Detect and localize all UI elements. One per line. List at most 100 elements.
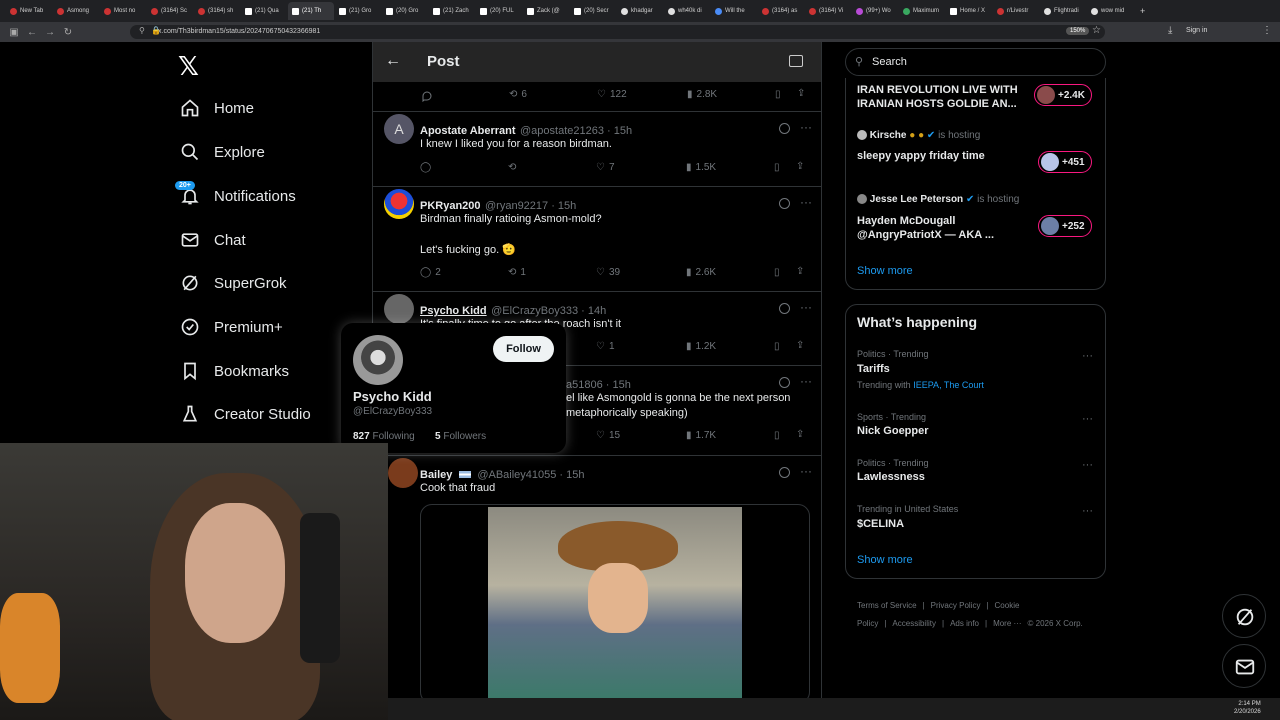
space-title[interactable]: Hayden McDougall @AngryPatriotX — AKA ..… xyxy=(857,214,1032,242)
retweet-button[interactable]: ⟲ 6 xyxy=(509,89,527,100)
browser-tab[interactable]: khadgar xyxy=(617,2,663,20)
x-logo[interactable]: 𝕏 xyxy=(178,52,199,82)
space-title[interactable]: IRAN REVOLUTION LIVE WITH IRANIAN HOSTS … xyxy=(857,83,1027,111)
browser-tab[interactable]: Flightradi xyxy=(1040,2,1086,20)
browser-tab[interactable]: (21) Qua xyxy=(241,2,287,20)
browser-tab[interactable]: (20) FUL xyxy=(476,2,522,20)
footer-link[interactable]: © 2026 X Corp. xyxy=(1028,619,1083,628)
avatar[interactable] xyxy=(384,189,414,219)
browser-tab[interactable]: Asmong xyxy=(53,2,99,20)
back-arrow-icon[interactable]: ← xyxy=(385,52,401,70)
sidebar-item-chat[interactable]: Chat xyxy=(180,230,246,250)
trend-name[interactable]: Tariffs xyxy=(857,363,890,375)
reply-author-name[interactable]: Psycho Kidd xyxy=(420,305,487,317)
trend-name[interactable]: Lawlessness xyxy=(857,471,925,483)
views-button[interactable]: ▮ 1.2K xyxy=(686,341,716,352)
more-options-icon[interactable]: ··· xyxy=(800,120,812,134)
messages-fab-button[interactable] xyxy=(1222,644,1266,688)
media-frame[interactable] xyxy=(420,504,810,704)
new-tab-icon[interactable]: + xyxy=(1140,6,1145,16)
like-button[interactable]: ♡ 1 xyxy=(596,341,615,352)
reply-author-name[interactable]: Bailey xyxy=(420,469,452,481)
footer-link[interactable]: Accessibility xyxy=(892,619,936,628)
avatar[interactable]: A xyxy=(384,114,414,144)
more-options-icon[interactable]: ··· xyxy=(1082,505,1093,517)
footer-link[interactable]: Ads info xyxy=(950,619,979,628)
back-icon[interactable]: ← xyxy=(24,27,40,38)
search-input[interactable]: Search xyxy=(845,48,1106,76)
browser-tab[interactable]: (20) Secr xyxy=(570,2,616,20)
browser-tab[interactable]: (20) Gro xyxy=(382,2,428,20)
browser-tab[interactable]: (3164) sh xyxy=(194,2,240,20)
sidebar-item-notifications[interactable]: Notifications xyxy=(180,186,296,206)
sidebar-item-explore[interactable]: Explore xyxy=(180,142,265,162)
grok-icon[interactable] xyxy=(779,303,790,314)
browser-tab[interactable]: New Tab xyxy=(6,2,52,20)
bookmark-icon[interactable]: ▯ xyxy=(774,162,780,173)
reply-author-handle[interactable]: a51806 · 15h xyxy=(566,379,631,391)
forward-icon[interactable]: → xyxy=(42,27,58,38)
more-options-icon[interactable]: ··· xyxy=(800,374,812,388)
bookmark-icon[interactable]: ▯ xyxy=(774,430,780,441)
browser-tab[interactable]: Zack (@ xyxy=(523,2,569,20)
share-icon[interactable]: ⇪ xyxy=(796,266,804,277)
host-name[interactable]: Kirsche xyxy=(870,130,907,141)
browser-tab[interactable]: (21) Zach xyxy=(429,2,475,20)
reply-button[interactable]: ◯ 2 xyxy=(420,267,441,278)
reply-icon[interactable] xyxy=(421,90,433,102)
popup-name[interactable]: Psycho Kidd xyxy=(353,389,432,404)
space-title[interactable]: sleepy yappy friday time xyxy=(857,150,985,162)
grok-icon[interactable] xyxy=(779,377,790,388)
reply-author-handle[interactable]: @ElCrazyBoy333 · 14h xyxy=(491,305,606,317)
trend-name[interactable]: Nick Goepper xyxy=(857,425,929,437)
views-button[interactable]: ▮ 2.8K xyxy=(687,89,717,100)
reply-author-name[interactable]: Apostate Aberrant xyxy=(420,125,516,137)
sidebar-item-bookmarks[interactable]: Bookmarks xyxy=(180,361,289,381)
sidebar-toggle-icon[interactable]: ▣ xyxy=(6,27,22,38)
trend-related-links[interactable]: IEEPA, The Court xyxy=(913,380,984,390)
retweet-icon[interactable]: ⟲ xyxy=(508,162,516,173)
sidebar-item-home[interactable]: Home xyxy=(180,98,254,118)
browser-tab[interactable]: (3164) as xyxy=(758,2,804,20)
browser-tab[interactable]: (3164) Vi xyxy=(805,2,851,20)
reader-mode-icon[interactable] xyxy=(789,55,803,67)
browser-tab[interactable]: Will the xyxy=(711,2,757,20)
reply-author-handle[interactable]: @ryan92217 · 15h xyxy=(485,200,576,212)
share-icon[interactable]: ⇪ xyxy=(796,429,804,440)
browser-tab[interactable]: r/Livestr xyxy=(993,2,1039,20)
show-more-link[interactable]: Show more xyxy=(857,554,913,566)
browser-tab[interactable]: Home / X xyxy=(946,2,992,20)
more-options-icon[interactable]: ··· xyxy=(1082,350,1093,362)
popup-handle[interactable]: @ElCrazyBoy333 xyxy=(353,406,432,417)
bookmark-button[interactable]: ▯ xyxy=(775,89,781,100)
reply-item[interactable]: A Apostate Aberrant @apostate21263 · 15h… xyxy=(384,114,820,186)
more-options-icon[interactable]: ··· xyxy=(1082,459,1093,471)
grok-icon[interactable] xyxy=(779,198,790,209)
sidebar-item-premium[interactable]: Premium+ xyxy=(180,317,283,337)
site-info-icon[interactable]: ⚲ xyxy=(139,26,145,35)
reply-icon[interactable]: ◯ xyxy=(420,162,431,173)
avatar[interactable] xyxy=(388,458,418,488)
grok-icon[interactable] xyxy=(779,123,790,134)
popup-following[interactable]: 827 Following xyxy=(353,431,415,442)
space-join-button[interactable]: +252 xyxy=(1038,215,1092,237)
browser-tab[interactable]: Maximum xyxy=(899,2,945,20)
space-join-button[interactable]: +451 xyxy=(1038,151,1092,173)
share-icon[interactable]: ⇪ xyxy=(796,161,804,172)
views-button[interactable]: ▮ 2.6K xyxy=(686,267,716,278)
trend-name[interactable]: $CELINA xyxy=(857,518,904,530)
footer-link[interactable]: Terms of Service xyxy=(857,601,917,610)
share-icon[interactable]: ⇪ xyxy=(796,340,804,351)
bookmark-star-icon[interactable]: ☆ xyxy=(1092,25,1101,36)
url-bar[interactable]: x.com/Th3birdman15/status/20247067504323… xyxy=(130,25,1105,39)
more-options-icon[interactable]: ··· xyxy=(1082,413,1093,425)
like-button[interactable]: ♡ 15 xyxy=(596,430,620,441)
bookmark-icon[interactable]: ▯ xyxy=(774,267,780,278)
more-options-icon[interactable]: ··· xyxy=(800,464,812,478)
host-name[interactable]: Jesse Lee Peterson xyxy=(870,194,963,205)
space-join-button[interactable]: +2.4K xyxy=(1034,84,1092,106)
sidebar-item-supergrok[interactable]: SuperGrok xyxy=(180,273,287,293)
gif-image[interactable] xyxy=(488,507,742,703)
more-options-icon[interactable]: ··· xyxy=(800,300,812,314)
avatar[interactable] xyxy=(384,294,414,324)
